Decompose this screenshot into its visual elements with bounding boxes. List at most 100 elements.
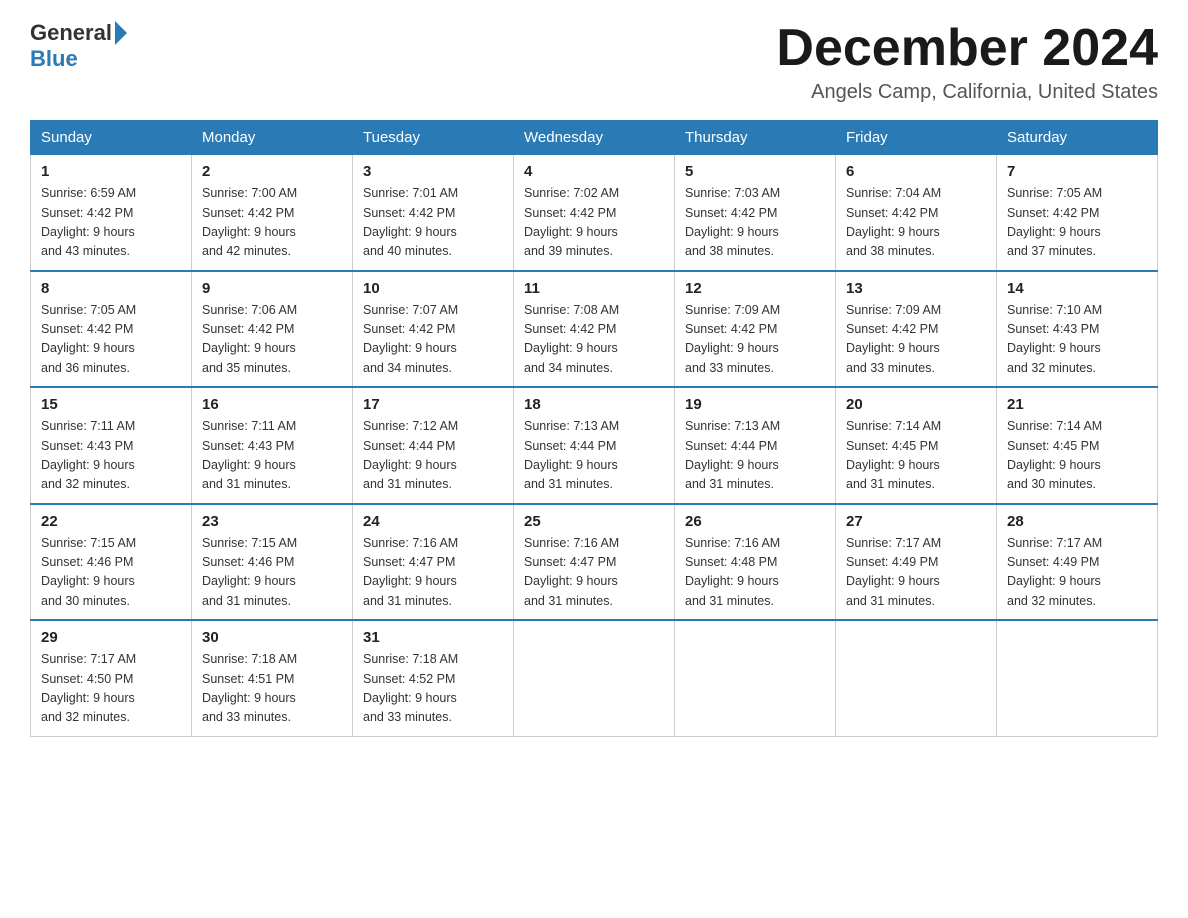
logo-general-text: General [30, 20, 112, 46]
day-number: 25 [524, 513, 664, 530]
day-number: 20 [846, 396, 986, 413]
day-info: Sunrise: 7:13 AMSunset: 4:44 PMDaylight:… [685, 417, 825, 495]
day-info: Sunrise: 7:18 AMSunset: 4:52 PMDaylight:… [363, 650, 503, 728]
day-info: Sunrise: 7:15 AMSunset: 4:46 PMDaylight:… [41, 534, 181, 612]
table-row: 15Sunrise: 7:11 AMSunset: 4:43 PMDayligh… [31, 387, 192, 504]
header-sunday: Sunday [31, 121, 192, 155]
header-wednesday: Wednesday [514, 121, 675, 155]
day-info: Sunrise: 7:18 AMSunset: 4:51 PMDaylight:… [202, 650, 342, 728]
day-info: Sunrise: 7:17 AMSunset: 4:50 PMDaylight:… [41, 650, 181, 728]
table-row: 9 Sunrise: 7:06 AMSunset: 4:42 PMDaylight… [192, 271, 353, 388]
day-number: 23 [202, 513, 342, 530]
day-number: 17 [363, 396, 503, 413]
day-info: Sunrise: 7:09 AMSunset: 4:42 PMDaylight:… [685, 301, 825, 379]
table-row: 23 Sunrise: 7:15 AMSunset: 4:46 PMDayligh… [192, 504, 353, 621]
day-number: 10 [363, 280, 503, 297]
table-row: 31 Sunrise: 7:18 AMSunset: 4:52 PMDayligh… [353, 620, 514, 736]
day-number: 13 [846, 280, 986, 297]
day-info: Sunrise: 7:16 AMSunset: 4:47 PMDaylight:… [363, 534, 503, 612]
day-number: 26 [685, 513, 825, 530]
header-thursday: Thursday [675, 121, 836, 155]
day-info: Sunrise: 7:17 AMSunset: 4:49 PMDaylight:… [846, 534, 986, 612]
table-row: 24 Sunrise: 7:16 AMSunset: 4:47 PMDayligh… [353, 504, 514, 621]
day-info: Sunrise: 7:15 AMSunset: 4:46 PMDaylight:… [202, 534, 342, 612]
day-number: 19 [685, 396, 825, 413]
calendar-week-5: 29 Sunrise: 7:17 AMSunset: 4:50 PMDayligh… [31, 620, 1158, 736]
day-number: 28 [1007, 513, 1147, 530]
day-info: Sunrise: 7:17 AMSunset: 4:49 PMDaylight:… [1007, 534, 1147, 612]
day-info: Sunrise: 7:02 AMSunset: 4:42 PMDaylight:… [524, 184, 664, 262]
day-info: Sunrise: 7:14 AMSunset: 4:45 PMDaylight:… [1007, 417, 1147, 495]
day-info: Sunrise: 6:59 AMSunset: 4:42 PMDaylight:… [41, 184, 181, 262]
day-number: 7 [1007, 163, 1147, 180]
day-info: Sunrise: 7:00 AMSunset: 4:42 PMDaylight:… [202, 184, 342, 262]
table-row [675, 620, 836, 736]
day-info: Sunrise: 7:10 AMSunset: 4:43 PMDaylight:… [1007, 301, 1147, 379]
table-row: 5Sunrise: 7:03 AMSunset: 4:42 PMDaylight… [675, 155, 836, 271]
header-saturday: Saturday [997, 121, 1158, 155]
day-number: 9 [202, 280, 342, 297]
table-row: 17Sunrise: 7:12 AMSunset: 4:44 PMDayligh… [353, 387, 514, 504]
day-number: 24 [363, 513, 503, 530]
header-friday: Friday [836, 121, 997, 155]
day-number: 11 [524, 280, 664, 297]
logo-blue-text: Blue [30, 46, 78, 72]
table-row: 18 Sunrise: 7:13 AMSunset: 4:44 PMDayligh… [514, 387, 675, 504]
day-number: 30 [202, 629, 342, 646]
calendar-week-1: 1 Sunrise: 6:59 AMSunset: 4:42 PMDaylight… [31, 155, 1158, 271]
table-row: 25 Sunrise: 7:16 AMSunset: 4:47 PMDayligh… [514, 504, 675, 621]
table-row: 8Sunrise: 7:05 AMSunset: 4:42 PMDaylight… [31, 271, 192, 388]
day-number: 18 [524, 396, 664, 413]
table-row [514, 620, 675, 736]
table-row: 7 Sunrise: 7:05 AMSunset: 4:42 PMDaylight… [997, 155, 1158, 271]
calendar-header-row: Sunday Monday Tuesday Wednesday Thursday… [31, 121, 1158, 155]
day-info: Sunrise: 7:05 AMSunset: 4:42 PMDaylight:… [1007, 184, 1147, 262]
table-row: 14Sunrise: 7:10 AMSunset: 4:43 PMDayligh… [997, 271, 1158, 388]
day-number: 12 [685, 280, 825, 297]
day-info: Sunrise: 7:16 AMSunset: 4:47 PMDaylight:… [524, 534, 664, 612]
table-row: 19 Sunrise: 7:13 AMSunset: 4:44 PMDayligh… [675, 387, 836, 504]
day-number: 27 [846, 513, 986, 530]
calendar-week-2: 8Sunrise: 7:05 AMSunset: 4:42 PMDaylight… [31, 271, 1158, 388]
day-info: Sunrise: 7:04 AMSunset: 4:42 PMDaylight:… [846, 184, 986, 262]
table-row [997, 620, 1158, 736]
day-info: Sunrise: 7:06 AMSunset: 4:42 PMDaylight:… [202, 301, 342, 379]
header-monday: Monday [192, 121, 353, 155]
day-number: 1 [41, 163, 181, 180]
calendar-week-3: 15 Sunrise: 7:11 AMSunset: 4:43 PMDayligh… [31, 387, 1158, 504]
table-row: 6 Sunrise: 7:04 AMSunset: 4:42 PMDaylight… [836, 155, 997, 271]
day-info: Sunrise: 7:09 AMSunset: 4:42 PMDaylight:… [846, 301, 986, 379]
table-row: 4 Sunrise: 7:02 AMSunset: 4:42 PMDaylight… [514, 155, 675, 271]
day-info: Sunrise: 7:03 AMSunset: 4:42 PMDaylight:… [685, 184, 825, 262]
location-subtitle: Angels Camp, California, United States [776, 81, 1158, 104]
table-row: 3Sunrise: 7:01 AMSunset: 4:42 PMDaylight… [353, 155, 514, 271]
day-number: 2 [202, 163, 342, 180]
day-number: 15 [41, 396, 181, 413]
table-row: 20Sunrise: 7:14 AMSunset: 4:45 PMDayligh… [836, 387, 997, 504]
day-info: Sunrise: 7:08 AMSunset: 4:42 PMDaylight:… [524, 301, 664, 379]
day-number: 21 [1007, 396, 1147, 413]
table-row: 29 Sunrise: 7:17 AMSunset: 4:50 PMDayligh… [31, 620, 192, 736]
day-info: Sunrise: 7:11 AMSunset: 4:43 PMDaylight:… [202, 417, 342, 495]
table-row: 26Sunrise: 7:16 AMSunset: 4:48 PMDayligh… [675, 504, 836, 621]
day-number: 29 [41, 629, 181, 646]
calendar-table: Sunday Monday Tuesday Wednesday Thursday… [30, 120, 1158, 737]
table-row: 28 Sunrise: 7:17 AMSunset: 4:49 PMDayligh… [997, 504, 1158, 621]
table-row: 11 Sunrise: 7:08 AMSunset: 4:42 PMDayligh… [514, 271, 675, 388]
month-title: December 2024 [776, 20, 1158, 77]
header-tuesday: Tuesday [353, 121, 514, 155]
page-header: General Blue December 2024 Angels Camp, … [30, 20, 1158, 104]
logo-arrow-icon [115, 21, 127, 45]
table-row: 10Sunrise: 7:07 AMSunset: 4:42 PMDayligh… [353, 271, 514, 388]
table-row: 21 Sunrise: 7:14 AMSunset: 4:45 PMDayligh… [997, 387, 1158, 504]
table-row: 13 Sunrise: 7:09 AMSunset: 4:42 PMDayligh… [836, 271, 997, 388]
day-number: 22 [41, 513, 181, 530]
day-number: 6 [846, 163, 986, 180]
day-number: 4 [524, 163, 664, 180]
logo: General Blue [30, 20, 130, 72]
table-row: 27 Sunrise: 7:17 AMSunset: 4:49 PMDayligh… [836, 504, 997, 621]
day-number: 31 [363, 629, 503, 646]
table-row: 2 Sunrise: 7:00 AMSunset: 4:42 PMDaylight… [192, 155, 353, 271]
day-number: 8 [41, 280, 181, 297]
day-info: Sunrise: 7:13 AMSunset: 4:44 PMDaylight:… [524, 417, 664, 495]
